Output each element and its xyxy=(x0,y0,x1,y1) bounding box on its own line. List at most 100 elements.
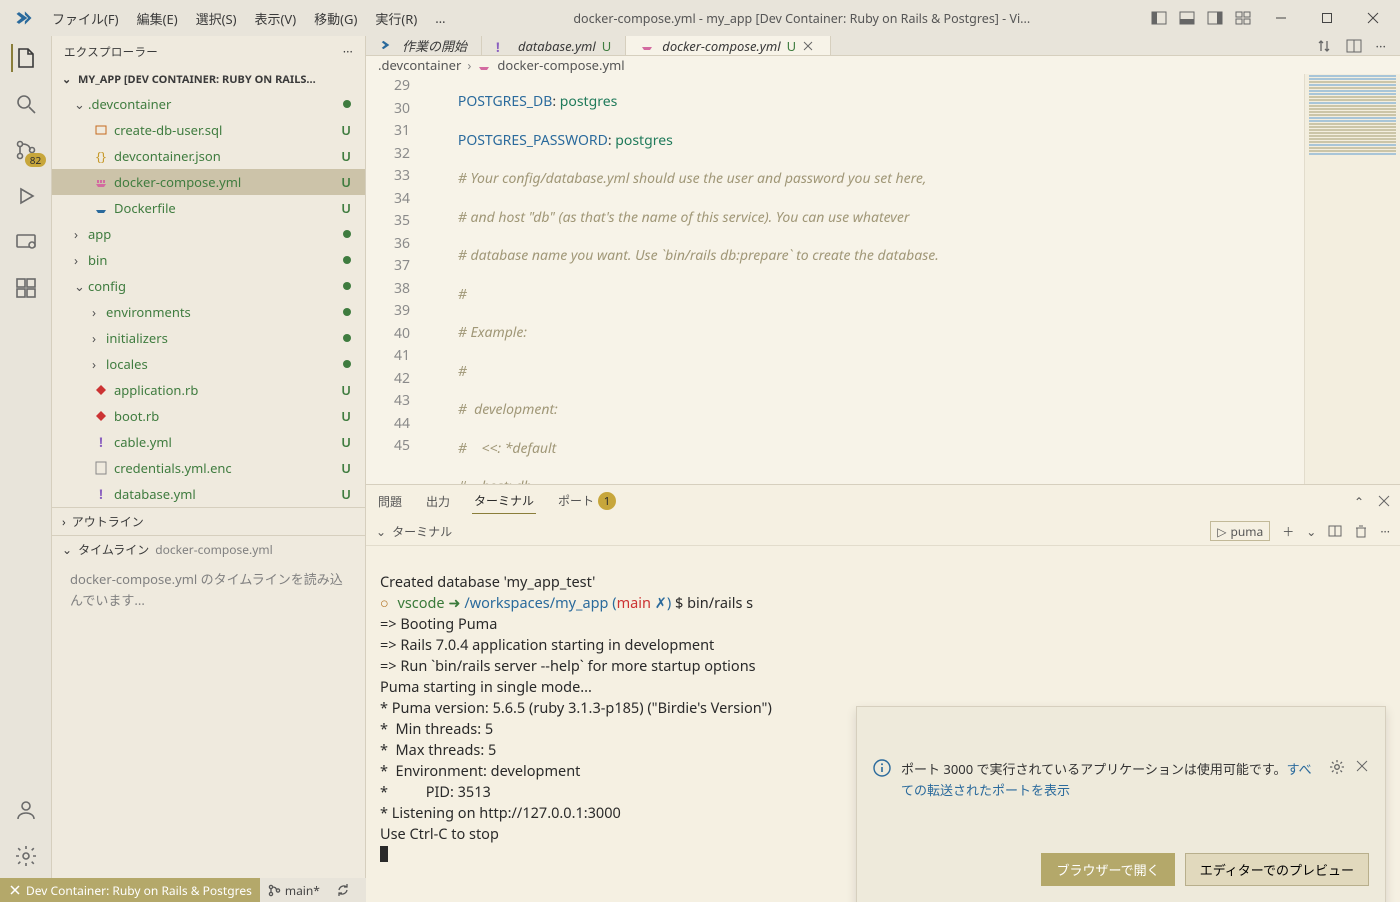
breadcrumb-sep-icon: › xyxy=(467,56,471,74)
tab-docker-compose[interactable]: docker-compose.ymlU xyxy=(626,36,831,55)
remote-icon xyxy=(8,883,22,897)
activity-remote-icon[interactable] xyxy=(12,228,40,256)
toast-close-icon[interactable] xyxy=(1355,759,1369,801)
editor-preview-button[interactable]: エディターでのプレビュー xyxy=(1185,853,1369,886)
tree-database-yml[interactable]: !database.ymlU xyxy=(52,481,365,507)
line-gutter: 2930313233343536373839404142434445 xyxy=(366,74,436,484)
panel-tabs: 問題 出力 ターミナル ポート1 ⌃ xyxy=(366,485,1400,517)
layout-right-icon[interactable] xyxy=(1206,9,1224,27)
minimize-icon[interactable] xyxy=(1272,9,1290,27)
status-sync[interactable] xyxy=(328,883,358,897)
tree-cable-yml[interactable]: !cable.ymlU xyxy=(52,429,365,455)
terminal-more-icon[interactable]: ··· xyxy=(1380,523,1390,540)
docker-icon xyxy=(477,58,491,72)
activity-bar: 82 xyxy=(0,36,52,878)
activity-extensions-icon[interactable] xyxy=(12,274,40,302)
tree-boot-rb[interactable]: boot.rbU xyxy=(52,403,365,429)
status-branch[interactable]: main* xyxy=(260,882,328,899)
tree-create-db-sql[interactable]: create-db-user.sqlU xyxy=(52,117,365,143)
chevron-right-icon: › xyxy=(62,513,66,530)
split-editor-icon[interactable] xyxy=(1346,38,1362,54)
terminal-dropdown-icon[interactable]: ⌄ xyxy=(1306,523,1316,540)
menu-file[interactable]: ファイル(F) xyxy=(44,5,127,32)
terminal-subtitle: ターミナル xyxy=(392,523,452,540)
compare-changes-icon[interactable] xyxy=(1316,38,1332,54)
project-section[interactable]: ⌄ MY_APP [DEV CONTAINER: RUBY ON RAILS..… xyxy=(52,68,365,91)
menu-go[interactable]: 移動(G) xyxy=(306,5,365,32)
layout-controls xyxy=(1150,9,1252,27)
tab-getting-started[interactable]: 作業の開始 xyxy=(366,36,482,55)
activity-debug-icon[interactable] xyxy=(12,182,40,210)
layout-grid-icon[interactable] xyxy=(1234,9,1252,27)
panel-up-icon[interactable]: ⌃ xyxy=(1354,493,1364,510)
panel-tab-problems[interactable]: 問題 xyxy=(376,489,404,514)
breadcrumbs[interactable]: .devcontainer › docker-compose.yml xyxy=(366,56,1400,74)
breadcrumb-folder[interactable]: .devcontainer xyxy=(378,56,461,74)
vscode-icon xyxy=(380,38,396,54)
terminal-cursor xyxy=(380,846,388,862)
tree-environments[interactable]: ›environments xyxy=(52,299,365,325)
code-content[interactable]: POSTGRES_DB: postgres POSTGRES_PASSWORD:… xyxy=(436,74,1304,484)
activity-scm-icon[interactable]: 82 xyxy=(12,136,40,164)
new-terminal-icon[interactable]: ＋ xyxy=(1282,523,1294,540)
tree-initializers[interactable]: ›initializers xyxy=(52,325,365,351)
tree-credentials[interactable]: credentials.yml.encU xyxy=(52,455,365,481)
tree-bin[interactable]: ›bin xyxy=(52,247,365,273)
status-remote[interactable]: Dev Container: Ruby on Rails & Postgres xyxy=(0,878,260,902)
tree-application-rb[interactable]: application.rbU xyxy=(52,377,365,403)
terminal-profile[interactable]: ▷puma xyxy=(1210,521,1270,541)
maximize-icon[interactable] xyxy=(1318,9,1336,27)
terminal-content[interactable]: Created database 'my_app_test' ○ vscode … xyxy=(366,546,1400,902)
tree-app[interactable]: ›app xyxy=(52,221,365,247)
minimap[interactable] xyxy=(1304,74,1400,484)
branch-icon xyxy=(268,884,281,897)
tree-config[interactable]: ⌄config xyxy=(52,273,365,299)
chevron-down-icon: ⌄ xyxy=(62,72,74,87)
tree-dockerfile[interactable]: DockerfileU xyxy=(52,195,365,221)
activity-account-icon[interactable] xyxy=(12,796,40,824)
menu-edit[interactable]: 編集(E) xyxy=(129,5,186,32)
panel-tab-terminal[interactable]: ターミナル xyxy=(472,488,536,514)
menu-view[interactable]: 表示(V) xyxy=(247,5,305,32)
notification-toast: ポート 3000 で実行されているアプリケーションは使用可能です。すべての転送さ… xyxy=(856,706,1386,902)
tab-actions: ··· xyxy=(1302,36,1400,55)
chevron-down-icon[interactable]: ⌄ xyxy=(376,523,386,540)
panel-tab-output[interactable]: 出力 xyxy=(424,489,452,514)
breadcrumb-file[interactable]: docker-compose.yml xyxy=(497,56,624,74)
activity-search-icon[interactable] xyxy=(12,90,40,118)
sidebar: エクスプローラー ··· ⌄ MY_APP [DEV CONTAINER: RU… xyxy=(52,36,366,878)
bottom-panel: 問題 出力 ターミナル ポート1 ⌃ ⌄ ターミナル ▷puma ＋ ⌄ xyxy=(366,484,1400,902)
editor-tabs: 作業の開始 !database.ymlU docker-compose.ymlU… xyxy=(366,36,1400,56)
menu-run[interactable]: 実行(R) xyxy=(367,5,425,32)
tree-devcontainer-json[interactable]: {}devcontainer.jsonU xyxy=(52,143,365,169)
editor-area: 作業の開始 !database.ymlU docker-compose.ymlU… xyxy=(366,36,1400,878)
tab-database-yml[interactable]: !database.ymlU xyxy=(482,36,626,55)
activity-settings-icon[interactable] xyxy=(12,842,40,870)
menu-more[interactable]: … xyxy=(427,5,453,31)
panel-tab-ports[interactable]: ポート1 xyxy=(556,488,618,515)
panel-close-icon[interactable] xyxy=(1378,495,1390,507)
outline-section[interactable]: ›アウトライン xyxy=(52,508,365,535)
split-terminal-icon[interactable] xyxy=(1328,524,1342,538)
file-tree: ⌄.devcontainer create-db-user.sqlU {}dev… xyxy=(52,91,365,507)
close-icon[interactable] xyxy=(1364,9,1382,27)
timeline-section[interactable]: ⌄タイムラインdocker-compose.yml xyxy=(52,536,365,563)
gear-icon[interactable] xyxy=(1329,759,1345,801)
project-title: MY_APP [DEV CONTAINER: RUBY ON RAILS... xyxy=(78,72,316,87)
activity-explorer-icon[interactable] xyxy=(11,44,39,72)
open-in-browser-button[interactable]: ブラウザーで開く xyxy=(1041,853,1174,886)
notification-message: ポート 3000 で実行されているアプリケーションは使用可能です。すべての転送さ… xyxy=(901,759,1319,801)
menu-select[interactable]: 選択(S) xyxy=(188,5,245,32)
sidebar-more-icon[interactable]: ··· xyxy=(343,45,353,60)
sidebar-title: エクスプローラー xyxy=(64,44,158,60)
scm-badge: 82 xyxy=(25,153,46,167)
editor-body: 2930313233343536373839404142434445 POSTG… xyxy=(366,74,1400,484)
layout-left-icon[interactable] xyxy=(1150,9,1168,27)
layout-bottom-icon[interactable] xyxy=(1178,9,1196,27)
tree-devcontainer[interactable]: ⌄.devcontainer xyxy=(52,91,365,117)
tab-close-icon[interactable] xyxy=(802,40,816,52)
tree-locales[interactable]: ›locales xyxy=(52,351,365,377)
tab-more-icon[interactable]: ··· xyxy=(1376,37,1386,55)
trash-icon[interactable] xyxy=(1354,524,1368,538)
tree-docker-compose[interactable]: docker-compose.ymlU xyxy=(52,169,365,195)
